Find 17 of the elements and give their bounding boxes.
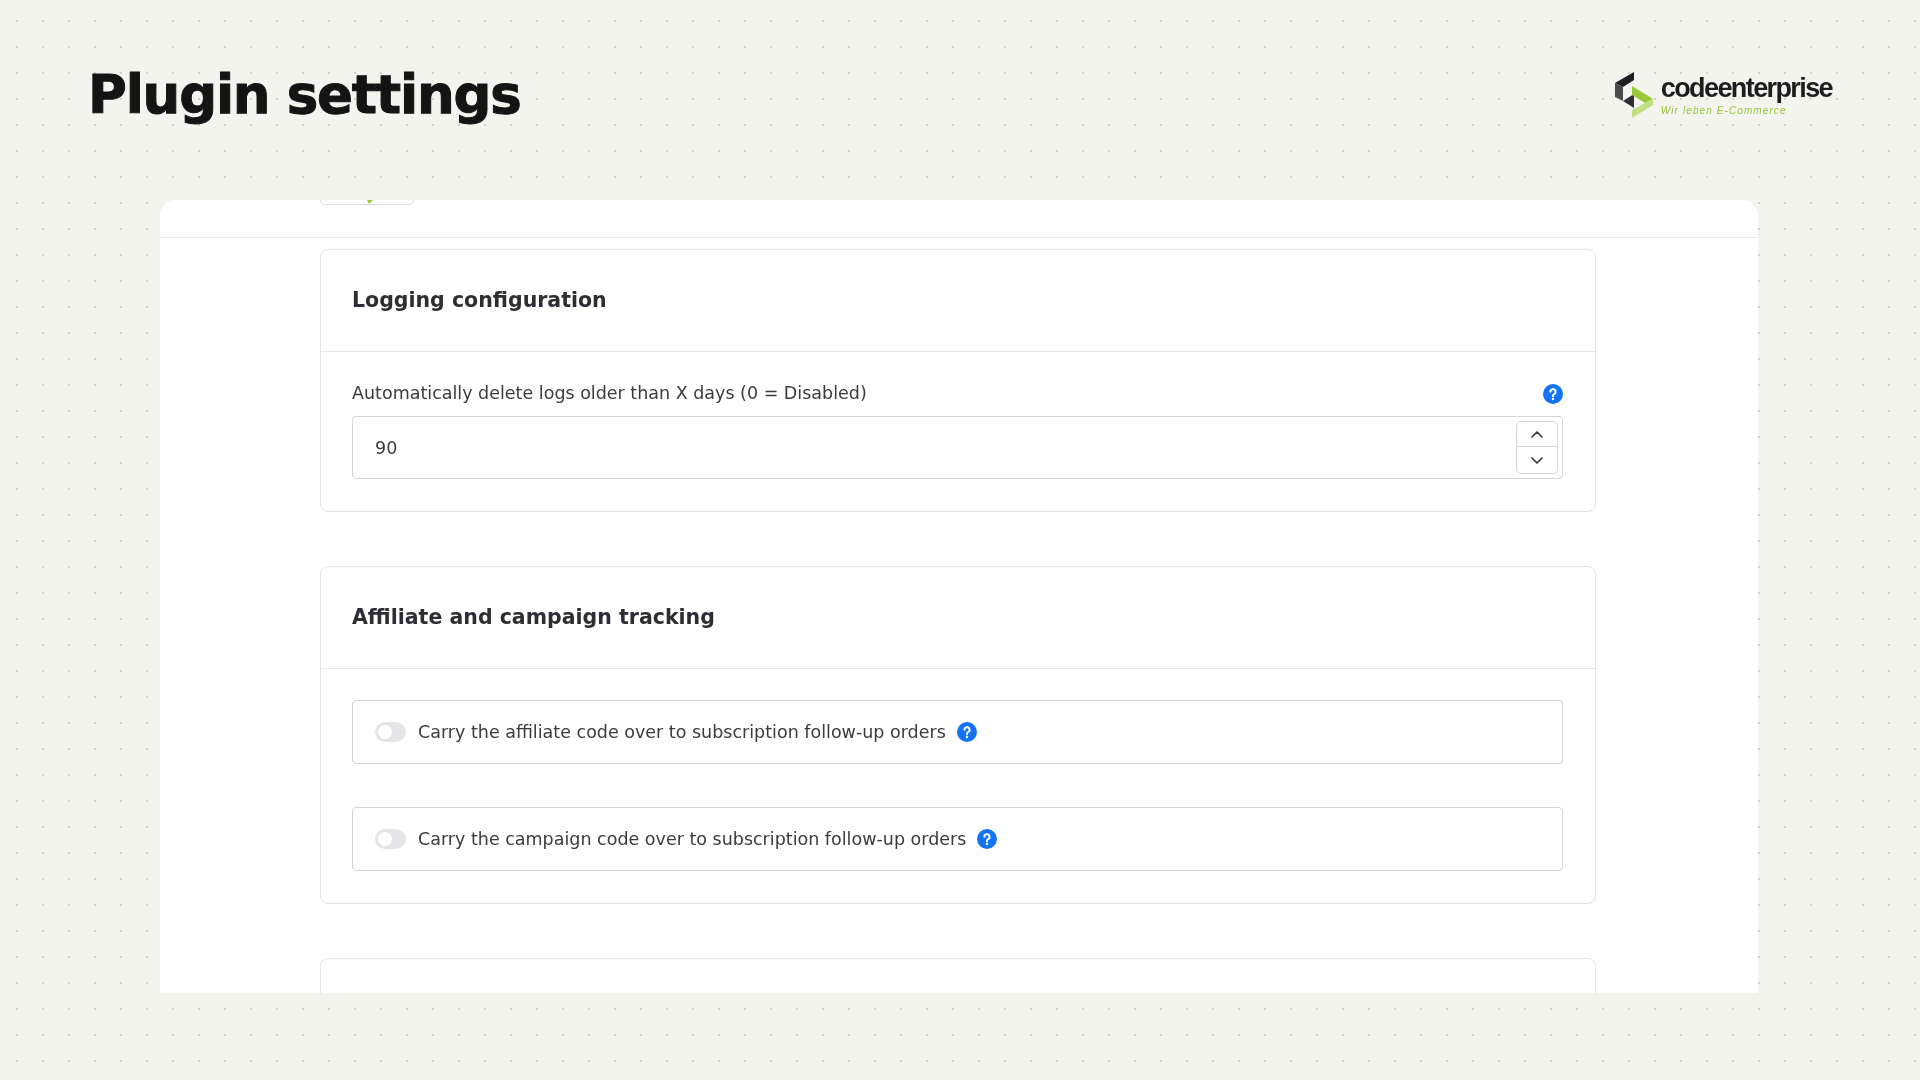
number-field[interactable]: 90 bbox=[352, 416, 1563, 479]
increment-button[interactable] bbox=[1516, 421, 1558, 447]
section-title: Logging configuration bbox=[352, 288, 607, 313]
page-title: Plugin settings bbox=[88, 65, 521, 125]
logo-tagline: Wir leben E-Commerce bbox=[1660, 105, 1788, 116]
logo-wordmark: codeenterprise bbox=[1660, 74, 1832, 102]
option-label: Carry the affiliate code over to subscription follow-up orders bbox=[418, 721, 946, 743]
toggle-switch[interactable] bbox=[375, 722, 406, 742]
section-title: Affiliate and campaign tracking bbox=[352, 605, 715, 630]
field-label: Automatically delete logs older than X days (0 = Disabled) bbox=[352, 383, 867, 404]
toggle-switch[interactable] bbox=[375, 829, 406, 849]
chevron-down-icon bbox=[1531, 456, 1543, 464]
option-label: Carry the campaign code over to subscription follow-up orders bbox=[418, 828, 967, 850]
chevron-up-icon bbox=[1531, 430, 1543, 438]
decrement-button[interactable] bbox=[1516, 447, 1558, 474]
logo-icon bbox=[1614, 72, 1653, 118]
triangle-icon bbox=[367, 200, 373, 204]
